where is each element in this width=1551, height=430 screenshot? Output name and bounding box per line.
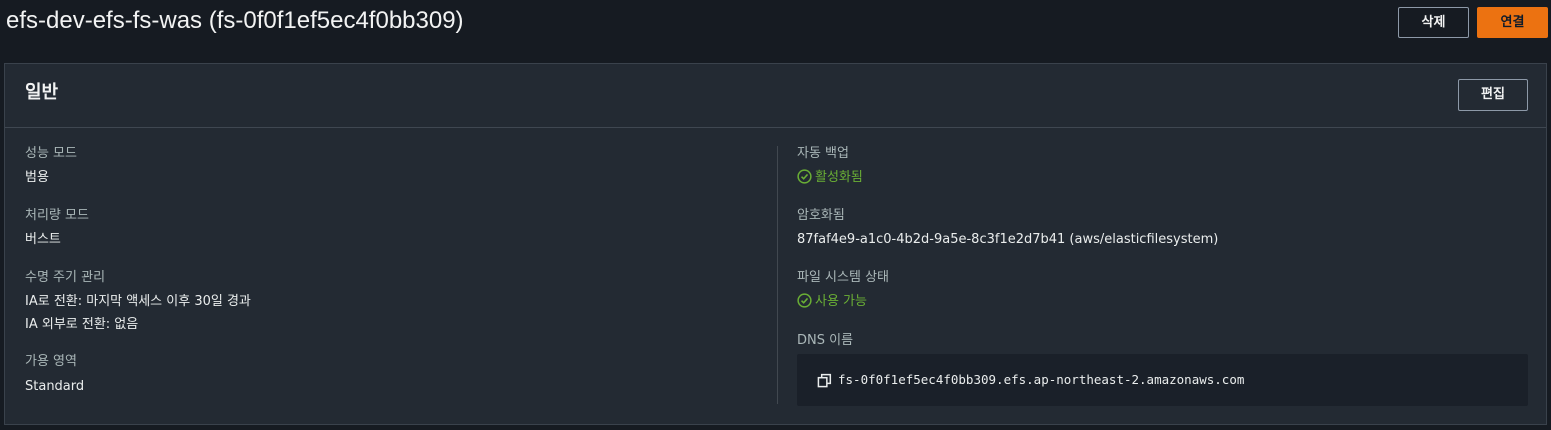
copy-icon[interactable] xyxy=(817,373,832,388)
dns-name-value[interactable]: fs-0f0f1ef5ec4f0bb309.efs.ap-northeast-2… xyxy=(838,370,1244,390)
connect-button[interactable]: 연결 xyxy=(1477,7,1548,38)
check-circle-icon xyxy=(797,169,815,185)
fs-state-value: 사용 가능 xyxy=(815,294,867,309)
encrypted-kms-key: 87faf4e9-a1c0-4b2d-9a5e-8c3f1e2d7b41 (aw… xyxy=(797,232,1219,247)
auto-backup-value: 활성화됨 xyxy=(815,170,863,185)
panel-header: 일반 편집 xyxy=(5,64,1546,128)
performance-mode-label: 성능 모드 xyxy=(25,146,77,161)
page-header: efs-dev-efs-fs-was (fs-0f0f1ef5ec4f0bb30… xyxy=(0,0,1551,52)
encrypted-label: 암호화됨 xyxy=(797,208,845,223)
dns-name-box: fs-0f0f1ef5ec4f0bb309.efs.ap-northeast-2… xyxy=(797,354,1528,406)
lifecycle-out-of-ia: IA 외부로 전환: 없음 xyxy=(25,317,139,332)
general-panel: 일반 편집 성능 모드 범용 처리량 모드 버스트 수명 주기 관리 IA로 전… xyxy=(4,63,1547,425)
lifecycle-label: 수명 주기 관리 xyxy=(25,270,106,285)
column-divider xyxy=(777,146,778,404)
auto-backup-label: 자동 백업 xyxy=(797,146,849,161)
edit-button[interactable]: 편집 xyxy=(1458,79,1528,111)
fs-state-label: 파일 시스템 상태 xyxy=(797,270,889,285)
panel-title: 일반 xyxy=(25,82,59,103)
check-circle-icon xyxy=(797,293,815,309)
auto-backup-status: 활성화됨 xyxy=(797,168,863,188)
page-title: efs-dev-efs-fs-was (fs-0f0f1ef5ec4f0bb30… xyxy=(6,7,464,34)
lifecycle-ia-transition: IA로 전환: 마지막 액세스 이후 30일 경과 xyxy=(25,294,251,309)
availability-zone-value: Standard xyxy=(25,379,85,394)
fs-state-status: 사용 가능 xyxy=(797,292,867,312)
availability-zone-label: 가용 영역 xyxy=(25,354,77,369)
throughput-mode-label: 처리량 모드 xyxy=(25,208,89,223)
performance-mode-value: 범용 xyxy=(25,170,49,185)
throughput-mode-value: 버스트 xyxy=(25,232,61,247)
delete-button[interactable]: 삭제 xyxy=(1398,7,1469,38)
dns-name-label: DNS 이름 xyxy=(797,333,854,348)
